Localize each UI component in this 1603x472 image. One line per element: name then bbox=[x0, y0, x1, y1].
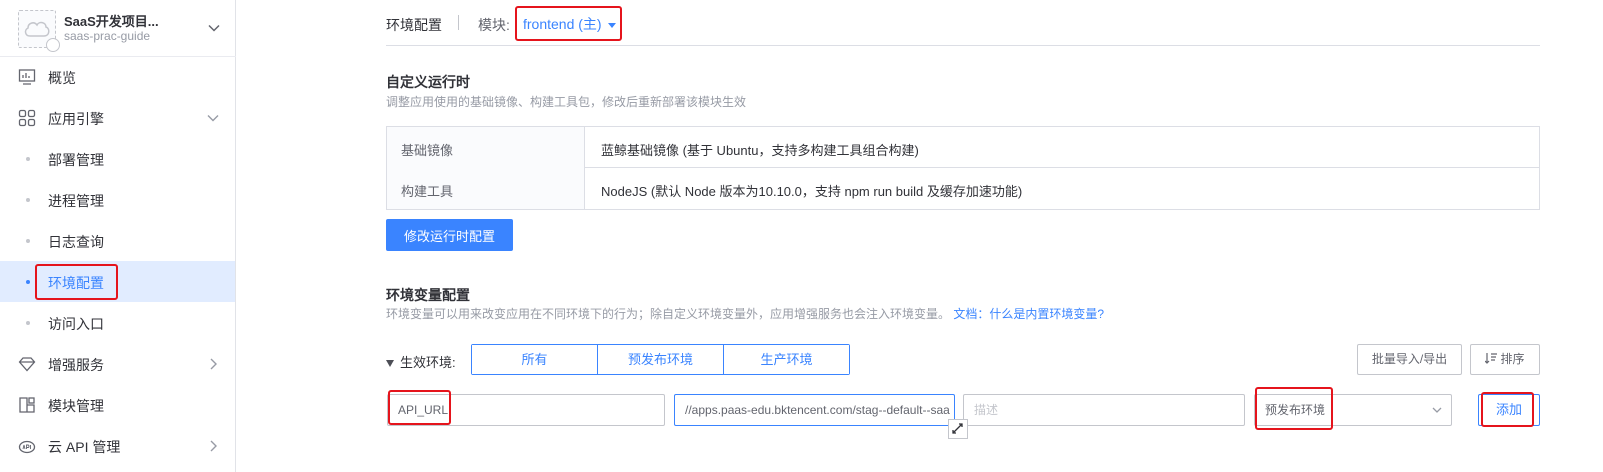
table-value: NodeJS (默认 Node 版本为10.10.0，支持 npm run bu… bbox=[601, 184, 1023, 199]
sort-button-label: 排序 bbox=[1500, 352, 1525, 366]
sidebar-item-label: 概览 bbox=[48, 70, 76, 86]
env-filter-tabs: 所有 预发布环境 生产环境 bbox=[471, 344, 850, 375]
app-switcher[interactable]: SaaS开发项目... saas-prac-guide bbox=[0, 0, 236, 57]
grid-icon bbox=[18, 109, 36, 127]
bullet-dot bbox=[26, 280, 30, 284]
app-code: saas-prac-guide bbox=[64, 29, 151, 43]
bullet-dot bbox=[26, 198, 30, 202]
caret-down-icon bbox=[607, 22, 616, 28]
top-bar-divider bbox=[386, 45, 1540, 46]
sidebar-item-logs[interactable]: 日志查询 bbox=[0, 220, 235, 261]
sidebar-item-label: 访问入口 bbox=[48, 316, 104, 332]
env-section-desc-text: 环境变量可以用来改变应用在不同环境下的行为；除自定义环境变量外，应用增强服务也会… bbox=[386, 307, 951, 321]
cloud-icon bbox=[24, 21, 50, 37]
chevron-down-icon bbox=[207, 115, 219, 122]
runtime-info-table: 基础镜像 蓝鲸基础镜像 (基于 Ubuntu，支持多构建工具组合构建) 构建工具… bbox=[386, 126, 1540, 210]
env-scope-select-value: 预发布环境 bbox=[1265, 403, 1326, 417]
filter-label-text: 生效环境: bbox=[400, 355, 456, 370]
sidebar-item-deploy[interactable]: 部署管理 bbox=[0, 138, 235, 179]
sort-button[interactable]: 排序 bbox=[1470, 344, 1540, 375]
sidebar-item-enhanced-services[interactable]: 增强服务 bbox=[0, 343, 235, 384]
table-row: 基础镜像 蓝鲸基础镜像 (基于 Ubuntu，支持多构建工具组合构建) bbox=[387, 127, 1539, 168]
module-icon bbox=[19, 397, 35, 413]
sidebar-item-label: 模块管理 bbox=[48, 398, 104, 414]
monitor-icon bbox=[18, 69, 36, 85]
chevron-down-icon[interactable] bbox=[207, 21, 221, 35]
table-key: 基础镜像 bbox=[401, 143, 454, 158]
sidebar-item-label: 应用引擎 bbox=[48, 111, 104, 127]
sidebar-item-label: 部署管理 bbox=[48, 152, 104, 168]
table-key: 构建工具 bbox=[401, 184, 454, 199]
api-icon bbox=[18, 440, 36, 454]
table-value: 蓝鲸基础镜像 (基于 Ubuntu，支持多构建工具组合构建) bbox=[601, 143, 919, 158]
env-desc-input[interactable]: 描述 bbox=[963, 394, 1245, 426]
table-row: 构建工具 NodeJS (默认 Node 版本为10.10.0，支持 npm r… bbox=[387, 168, 1539, 209]
runtime-section-desc: 调整应用使用的基础镜像、构建工具包，修改后重新部署该模块生效 bbox=[386, 95, 747, 109]
bullet-dot bbox=[26, 321, 30, 325]
module-select[interactable]: frontend (主) bbox=[523, 14, 616, 34]
sidebar-item-module-management[interactable]: 模块管理 bbox=[0, 384, 235, 425]
sort-icon bbox=[1485, 353, 1498, 364]
sidebar-item-label: 云 API 管理 bbox=[48, 439, 121, 455]
runtime-section-title: 自定义运行时 bbox=[386, 74, 470, 90]
tab-all[interactable]: 所有 bbox=[472, 345, 598, 374]
app-name: SaaS开发项目... bbox=[64, 14, 159, 29]
bullet-dot bbox=[26, 239, 30, 243]
module-label: 模块: bbox=[478, 17, 510, 33]
env-key-input[interactable]: API_URL bbox=[387, 394, 665, 426]
sidebar-item-access-entry[interactable]: 访问入口 bbox=[0, 302, 235, 343]
chevron-right-icon bbox=[210, 440, 217, 452]
filter-icon bbox=[386, 360, 394, 368]
module-select-value: frontend (主) bbox=[523, 16, 602, 32]
env-scope-select[interactable]: 预发布环境 bbox=[1254, 394, 1452, 426]
sidebar-item-env-config[interactable]: 环境配置 bbox=[0, 261, 235, 302]
app-logo bbox=[18, 10, 60, 52]
tab-prod[interactable]: 生产环境 bbox=[724, 345, 849, 374]
add-env-button[interactable]: 添加 bbox=[1478, 394, 1540, 426]
sidebar: SaaS开发项目... saas-prac-guide 概览 应用引擎 部署管理… bbox=[0, 0, 236, 472]
sidebar-item-label: 环境配置 bbox=[48, 275, 104, 291]
edit-runtime-button[interactable]: 修改运行时配置 bbox=[386, 219, 513, 251]
env-section-title: 环境变量配置 bbox=[386, 287, 470, 303]
sidebar-item-label: 进程管理 bbox=[48, 193, 104, 209]
table-key-cell: 构建工具 bbox=[387, 168, 585, 209]
sidebar-item-overview[interactable]: 概览 bbox=[0, 56, 235, 97]
env-value-input[interactable]: //apps.paas-edu.bktencent.com/stag--defa… bbox=[674, 394, 955, 426]
app-badge bbox=[46, 38, 60, 52]
env-section-desc: 环境变量可以用来改变应用在不同环境下的行为；除自定义环境变量外，应用增强服务也会… bbox=[386, 305, 1104, 322]
sidebar-item-app-engine[interactable]: 应用引擎 bbox=[0, 97, 235, 138]
env-filter-label: 生效环境: bbox=[386, 352, 456, 371]
chevron-right-icon bbox=[210, 358, 217, 370]
table-key-cell: 基础镜像 bbox=[387, 127, 585, 168]
sidebar-item-label: 增强服务 bbox=[48, 357, 104, 373]
tab-stag[interactable]: 预发布环境 bbox=[598, 345, 724, 374]
chevron-down-icon bbox=[1432, 407, 1442, 413]
builtin-env-doc-link[interactable]: 文档：什么是内置环境变量? bbox=[953, 307, 1104, 321]
bullet-dot bbox=[26, 157, 30, 161]
diamond-icon bbox=[18, 357, 36, 372]
sidebar-item-process[interactable]: 进程管理 bbox=[0, 179, 235, 220]
page-title: 环境配置 bbox=[386, 17, 442, 33]
divider bbox=[458, 15, 459, 30]
batch-import-export-button[interactable]: 批量导入/导出 bbox=[1357, 344, 1462, 375]
sidebar-item-label: 日志查询 bbox=[48, 234, 104, 250]
sidebar-item-cloud-api[interactable]: 云 API 管理 bbox=[0, 425, 235, 466]
ime-indicator-icon bbox=[948, 419, 968, 439]
